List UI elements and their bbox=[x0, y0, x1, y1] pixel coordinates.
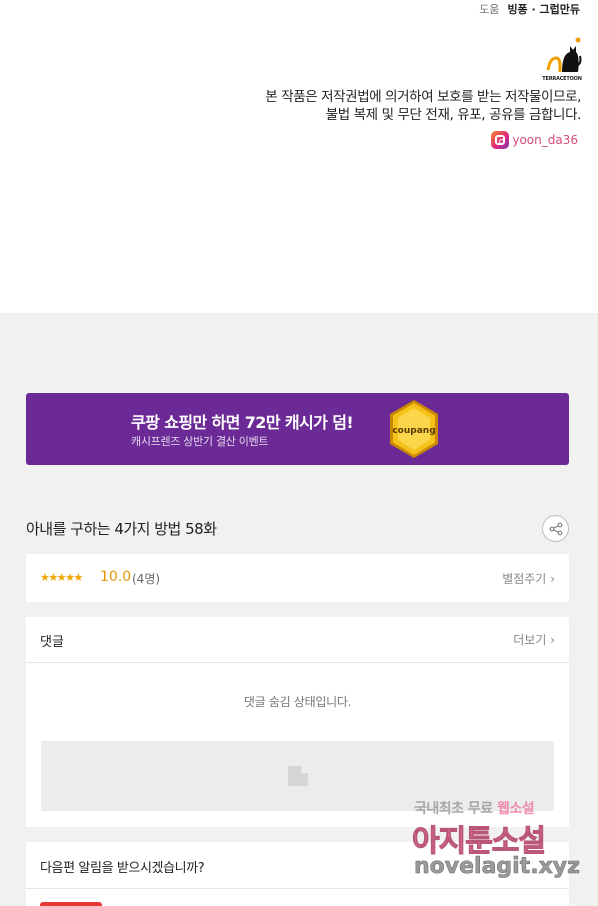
credits-value: 빙퐁 · 그럽만듀 bbox=[507, 3, 580, 16]
rate-button-label: 별점주기 bbox=[502, 572, 547, 586]
share-icon bbox=[549, 522, 562, 535]
banner-subtitle: 캐시프렌즈 상반기 결산 이벤트 bbox=[131, 435, 269, 448]
episode-title: 아내를 구하는 4가지 방법 58화 bbox=[26, 520, 217, 538]
placeholder-icon bbox=[288, 766, 308, 786]
comments-label: 댓글 bbox=[40, 635, 64, 650]
notice-line-1: 본 작품은 저작권법에 의거하여 보호를 받는 저작물이므로, bbox=[265, 89, 581, 105]
comments-panel: 댓글 더보기 › 댓글 숨김 상태입니다. bbox=[26, 617, 569, 827]
instagram-icon bbox=[491, 131, 510, 149]
coin-text: coupang bbox=[392, 426, 435, 436]
notice-line-2: 불법 복제 및 무단 전재, 유포, 공유를 금합니다. bbox=[325, 107, 582, 123]
watermark-line-1: 국내최초 무료 웹소설 bbox=[414, 801, 535, 817]
notify-question: 다음편 알림을 받으시겠습니까? bbox=[40, 861, 205, 876]
credits: 도움 빙퐁 · 그럽만듀 bbox=[479, 1, 580, 17]
comic-end-area: 도움 빙퐁 · 그럽만듀 TERRACETOON 본 작품은 저작권법에 의거하여… bbox=[0, 0, 598, 313]
watermark-line-3: novelagit.xyz bbox=[414, 854, 581, 880]
chevron-right-icon: › bbox=[550, 633, 555, 647]
copyright-notice: 본 작품은 저작권법에 의거하여 보호를 받는 저작물이므로, 불법 복제 및 … bbox=[265, 88, 581, 124]
site-watermark: 국내최초 무료 웹소설 아지툰소설 novelagit.xyz bbox=[410, 798, 581, 890]
instagram-link[interactable]: yoon_da36 bbox=[491, 131, 578, 149]
notify-toggle[interactable] bbox=[40, 902, 102, 906]
instagram-handle: yoon_da36 bbox=[512, 133, 578, 147]
more-comments-button[interactable]: 더보기 › bbox=[513, 631, 555, 648]
banner-title: 쿠팡 쇼핑만 하면 72만 캐시가 덤! bbox=[131, 413, 354, 432]
coupang-ad-banner[interactable]: 쿠팡 쇼핑만 하면 72만 캐시가 덤! 캐시프렌즈 상반기 결산 이벤트 co… bbox=[26, 393, 569, 465]
credits-label: 도움 bbox=[479, 3, 500, 16]
share-button[interactable] bbox=[542, 515, 569, 542]
rating-panel: ★★★★★ 10.0 (4명) 별점주기 › bbox=[26, 554, 569, 602]
chevron-right-icon: › bbox=[550, 572, 555, 586]
rating-count: (4명) bbox=[132, 572, 161, 586]
rate-button[interactable]: 별점주기 › bbox=[502, 570, 555, 587]
comments-header: 댓글 더보기 › bbox=[26, 617, 569, 663]
coupang-coin-icon: coupang bbox=[390, 400, 438, 458]
logo-text: TERRACETOON bbox=[542, 76, 582, 82]
more-label: 더보기 bbox=[513, 633, 547, 647]
star-rating-icon: ★★★★★ bbox=[40, 571, 83, 584]
rating-score: 10.0 bbox=[100, 569, 132, 585]
comments-hidden-message: 댓글 숨김 상태입니다. bbox=[243, 695, 352, 709]
